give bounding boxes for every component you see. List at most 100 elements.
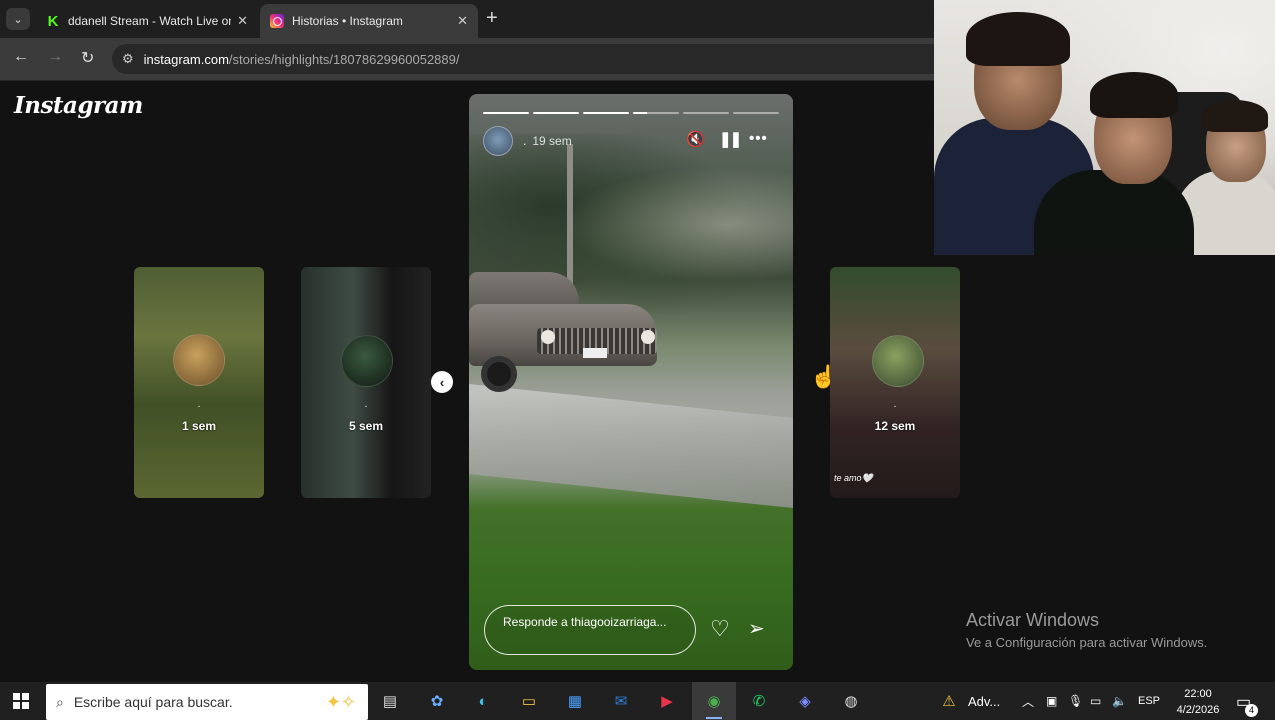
previous-story-button[interactable]: ‹ — [431, 371, 453, 393]
microsoft-store-icon[interactable]: ▦ — [564, 690, 586, 712]
network-icon[interactable]: ▭ — [1090, 682, 1101, 720]
tab-title: ddanell Stream - Watch Live on — [68, 14, 232, 28]
chevron-up-icon[interactable]: ︿ — [1022, 682, 1034, 720]
story-username: . — [893, 399, 897, 410]
watermark-title: Activar Windows — [966, 610, 1100, 630]
story-image — [541, 330, 555, 344]
story-image — [641, 330, 655, 344]
send-icon[interactable]: ➢ — [748, 616, 765, 641]
obs-icon[interactable]: ◍ — [840, 690, 862, 712]
browser-toolbar: ← → ↻ ⚙ instagram.com /stories/highlight… — [0, 38, 934, 80]
side-story-preview[interactable]: . 5 sem — [301, 267, 431, 498]
clock-time: 22:00 — [1184, 688, 1212, 700]
avatar — [872, 335, 924, 387]
notification-badge: 4 — [1245, 704, 1258, 717]
url-path: /stories/highlights/18078629960052889/ — [228, 51, 460, 67]
tab-search-button[interactable]: ⌄ — [6, 8, 30, 30]
avatar — [341, 335, 393, 387]
search-placeholder: Escribe aquí para buscar. — [73, 694, 233, 710]
avatar — [173, 334, 225, 386]
mute-icon[interactable]: 🔇 — [686, 130, 705, 148]
close-icon[interactable]: ✕ — [457, 13, 468, 29]
progress-fill — [583, 112, 629, 114]
side-story-preview[interactable]: . 12 sem te amo🤍 — [830, 267, 960, 498]
story-time: 1 sem — [181, 419, 217, 433]
back-icon[interactable]: ← — [13, 48, 29, 66]
volume-icon[interactable]: 🔈 — [1112, 682, 1127, 720]
side-story-preview[interactable]: . 1 sem — [134, 267, 264, 498]
webcam-overlay — [934, 0, 1275, 255]
media-player-icon[interactable]: ▶ — [656, 690, 678, 712]
kick-favicon-icon: K — [47, 12, 59, 30]
copilot-icon[interactable]: ✿ — [426, 690, 448, 712]
tab-instagram[interactable]: Historias • Instagram ✕ — [260, 4, 478, 38]
story-time: 5 sem — [348, 419, 384, 433]
clock-date: 4/2/2026 — [1176, 704, 1220, 716]
app-icon[interactable]: ◈ — [794, 690, 816, 712]
story-image — [469, 272, 661, 392]
progress-segment — [583, 112, 629, 114]
story-username: . — [197, 399, 201, 410]
sparkle-icon: ✦✧ — [325, 692, 356, 712]
reload-icon[interactable]: ↻ — [81, 48, 94, 68]
chrome-icon[interactable]: ◉ — [703, 690, 725, 712]
taskbar: ⌕ Escribe aquí para buscar. ✦✧ ▤ ✿ ◐ ▭ ▦… — [0, 682, 1275, 720]
progress-fill — [633, 112, 647, 114]
forward-icon[interactable]: → — [47, 48, 63, 66]
address-bar[interactable]: ⚙ instagram.com /stories/highlights/1807… — [112, 44, 934, 74]
pause-icon[interactable]: ❚❚ — [719, 130, 742, 148]
progress-segment — [683, 112, 729, 114]
edge-icon[interactable]: ◐ — [472, 690, 494, 712]
windows-activation-watermark: Activar Windows Ve a Configuración para … — [966, 610, 1207, 650]
divider — [0, 80, 934, 81]
story-username: . — [364, 399, 368, 410]
microphone-icon[interactable]: 🎙 — [1068, 682, 1083, 720]
story-time: 19 sem — [532, 134, 572, 148]
progress-segment — [733, 112, 779, 114]
more-options-icon[interactable]: ••• — [749, 130, 768, 147]
story-image — [583, 348, 607, 358]
browser-tab-strip: ⌄ K ddanell Stream - Watch Live on ✕ His… — [0, 0, 934, 38]
site-info-icon[interactable]: ⚙ — [122, 51, 134, 67]
task-view-icon[interactable]: ▤ — [379, 690, 401, 712]
progress-segment — [533, 112, 579, 114]
clock[interactable]: 22:00 4/2/2026 — [1170, 686, 1226, 718]
meet-now-icon[interactable]: ▣ — [1046, 682, 1057, 720]
instagram-logo[interactable]: Instagram — [14, 92, 143, 119]
progress-segment — [483, 112, 529, 114]
tab-kick[interactable]: K ddanell Stream - Watch Live on ✕ — [36, 4, 258, 38]
story-username[interactable]: . — [523, 134, 526, 148]
chevron-left-icon: ‹ — [439, 374, 445, 390]
webcam-image — [966, 12, 1070, 66]
heart-icon[interactable]: ♡ — [710, 616, 730, 642]
active-indicator — [706, 717, 722, 719]
url-host: instagram.com — [143, 51, 229, 67]
windows-start-icon[interactable] — [13, 693, 29, 709]
search-icon: ⌕ — [56, 693, 64, 710]
weather-text[interactable]: Adv... — [968, 682, 1000, 720]
story-image — [481, 356, 517, 392]
webcam-image — [1202, 100, 1268, 132]
webcam-image — [1090, 72, 1178, 118]
weather-warning-icon[interactable]: ⚠ — [938, 690, 960, 712]
active-story[interactable]: . 19 sem 🔇 ❚❚ ••• Responde a thiagooizar… — [469, 94, 793, 670]
watermark-subtitle: Ve a Configuración para activar Windows. — [966, 635, 1208, 650]
progress-segment — [633, 112, 679, 114]
progress-fill — [483, 112, 529, 114]
progress-fill — [533, 112, 579, 114]
webcam-image — [1034, 170, 1194, 255]
story-progress — [483, 112, 779, 114]
instagram-favicon-icon — [270, 14, 284, 28]
outlook-icon[interactable]: ✉ — [610, 690, 632, 712]
story-caption: te amo🤍 — [834, 473, 873, 483]
taskbar-search-input[interactable]: ⌕ Escribe aquí para buscar. ✦✧ — [46, 684, 368, 720]
new-tab-button[interactable]: + — [486, 8, 498, 28]
tab-title: Historias • Instagram — [292, 14, 403, 28]
story-time: 12 sem — [874, 419, 916, 433]
avatar[interactable] — [483, 126, 513, 156]
whatsapp-icon[interactable]: ✆ — [748, 690, 770, 712]
file-explorer-icon[interactable]: ▭ — [518, 690, 540, 712]
reply-input[interactable]: Responde a thiagooizarriaga... — [484, 605, 696, 655]
close-icon[interactable]: ✕ — [237, 13, 248, 29]
language-indicator[interactable]: ESP — [1138, 682, 1160, 720]
